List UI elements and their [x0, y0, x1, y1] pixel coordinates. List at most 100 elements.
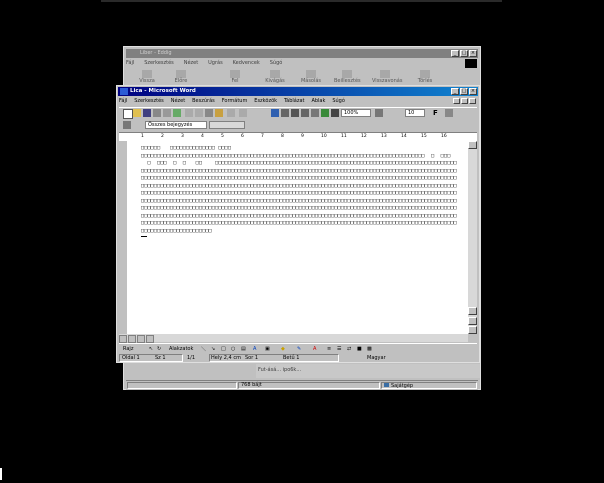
- insert-table-icon[interactable]: [291, 109, 299, 117]
- style-select[interactable]: Összes bejegyzés: [145, 121, 207, 129]
- doc-line: □ □□□ □ □ □□ □□□□□□□□□□□□□□□□□□□□□□□□□□□…: [141, 160, 457, 166]
- office-assistant-icon[interactable]: [375, 109, 383, 117]
- doc-close-button[interactable]: [469, 98, 476, 104]
- undo-button[interactable]: Visszavonás: [372, 69, 402, 84]
- print-icon[interactable]: [153, 109, 161, 117]
- redo-icon[interactable]: [239, 109, 247, 117]
- status-section: Sz 1: [155, 355, 166, 361]
- next-page-button[interactable]: [468, 326, 477, 334]
- minimize-button[interactable]: _: [451, 88, 459, 95]
- arrow-icon[interactable]: ↘: [211, 346, 215, 352]
- font-select[interactable]: [209, 121, 245, 129]
- paste-button[interactable]: Beillesztés: [334, 69, 361, 84]
- clip-art-icon[interactable]: ▣: [265, 346, 270, 352]
- menu-view[interactable]: Nézet: [171, 98, 185, 104]
- shadow-icon[interactable]: ■: [357, 346, 362, 352]
- fill-color-icon[interactable]: ◆: [281, 346, 285, 352]
- web-view-icon[interactable]: [128, 335, 136, 343]
- new-document-icon[interactable]: [123, 109, 133, 119]
- doc-line: □□□□□□□□□□□□□□□□□□□□□□□□□□□□□□□□□□□□□□□□…: [141, 205, 457, 211]
- font-size-select[interactable]: 10: [405, 109, 425, 117]
- autoshapes-menu[interactable]: Alakzatok: [169, 346, 193, 352]
- scissors-icon: [270, 70, 280, 78]
- minimize-button[interactable]: _: [451, 50, 459, 57]
- align-icon[interactable]: [445, 109, 453, 117]
- rotate-icon[interactable]: ↻: [157, 346, 161, 352]
- explorer-title-bar[interactable]: Liber - Eddig _ □ ×: [126, 49, 478, 58]
- hyperlink-icon[interactable]: [271, 109, 279, 117]
- normal-view-icon[interactable]: [119, 335, 127, 343]
- copy-icon[interactable]: [195, 109, 203, 117]
- horizontal-scrollbar[interactable]: [119, 334, 468, 342]
- format-painter-icon[interactable]: [215, 109, 223, 117]
- maximize-button[interactable]: □: [460, 50, 468, 57]
- tables-borders-icon[interactable]: [281, 109, 289, 117]
- drawing-toolbar: Rajz ↖ ↻ Alakzatok ＼ ↘ □ ○ ▤ A ▣ ◆ ✎ A ≡…: [119, 343, 477, 354]
- save-disk-icon[interactable]: [143, 109, 151, 117]
- menu-item[interactable]: Kedvencek: [233, 60, 260, 66]
- doc-restore-button[interactable]: [461, 98, 468, 104]
- oval-icon[interactable]: ○: [231, 346, 235, 352]
- menu-window[interactable]: Ablak: [311, 98, 325, 104]
- drawing-icon[interactable]: [321, 109, 329, 117]
- word-window[interactable]: Lica - Microsoft Word _ □ × Fájl Szerkes…: [116, 85, 480, 363]
- select-objects-icon[interactable]: ↖: [149, 346, 153, 352]
- menu-format[interactable]: Formátum: [222, 98, 248, 104]
- menu-tools[interactable]: Eszközök: [254, 98, 277, 104]
- menu-insert[interactable]: Beszúrás: [192, 98, 215, 104]
- menu-item[interactable]: Nézet: [184, 60, 198, 66]
- show-hide-icon[interactable]: [331, 109, 339, 117]
- line-style-icon[interactable]: ≡: [327, 346, 331, 352]
- font-color-icon[interactable]: A: [313, 346, 316, 352]
- columns-icon[interactable]: [311, 109, 319, 117]
- delete-button[interactable]: Törlés: [412, 69, 438, 84]
- menu-item[interactable]: Ugrás: [208, 60, 223, 66]
- page-view-icon[interactable]: [137, 335, 145, 343]
- menu-item[interactable]: Fájl: [126, 60, 134, 66]
- word-title-bar[interactable]: Lica - Microsoft Word _ □ ×: [118, 87, 478, 96]
- doc-line: □□□□□□□□□□□□□□□□□□□□□□□□□□□□□□□□□□□□□□□□…: [141, 212, 457, 219]
- copy-button[interactable]: Másolás: [298, 69, 324, 84]
- spelling-check-icon[interactable]: [173, 109, 181, 117]
- cut-button[interactable]: Kivágás: [262, 69, 288, 84]
- arrow-style-icon[interactable]: ⇄: [347, 346, 351, 352]
- scroll-up-button[interactable]: [468, 141, 477, 149]
- undo-icon[interactable]: [227, 109, 235, 117]
- menu-item[interactable]: Súgó: [270, 60, 283, 66]
- rectangle-icon[interactable]: □: [221, 346, 226, 352]
- doc-line: □□□□□□□□□□□□□□□□□□□□□□□□□□□□□□□□□□□□□□□□…: [141, 152, 451, 159]
- 3d-icon[interactable]: ▩: [367, 346, 372, 352]
- menu-item[interactable]: Szerkesztés: [144, 60, 174, 66]
- cut-icon[interactable]: [185, 109, 193, 117]
- document-area[interactable]: □□□□□□ □□□□□□□□□□□□□□ □□□□ □□□□□□□□□□□□□…: [127, 141, 468, 334]
- menu-table[interactable]: Táblázat: [284, 98, 305, 104]
- doc-minimize-button[interactable]: [453, 98, 460, 104]
- prev-page-button[interactable]: [468, 317, 477, 325]
- up-button[interactable]: Fel: [222, 69, 248, 84]
- forward-button[interactable]: Előre: [168, 69, 194, 84]
- menu-help[interactable]: Súgó: [332, 98, 345, 104]
- horizontal-ruler[interactable]: 1 2 3 4 5 6 7 8 9 10 11 12 13 14 15 16: [119, 132, 477, 141]
- paste-icon[interactable]: [205, 109, 213, 117]
- doc-line: □□□□□□□□□□□□□□□□□□□□□□□□□□□□□□□□□□□□□□□□…: [141, 167, 457, 174]
- draw-menu[interactable]: Rajz: [123, 346, 133, 352]
- maximize-button[interactable]: □: [460, 88, 468, 95]
- menu-edit[interactable]: Szerkesztés: [134, 98, 164, 104]
- menu-file[interactable]: Fájl: [119, 98, 127, 104]
- insert-excel-icon[interactable]: [301, 109, 309, 117]
- outline-view-icon[interactable]: [146, 335, 154, 343]
- back-button[interactable]: Vissza: [134, 69, 160, 84]
- open-folder-icon[interactable]: [133, 109, 141, 117]
- line-icon[interactable]: ＼: [201, 346, 206, 353]
- bold-icon[interactable]: F: [433, 109, 441, 117]
- close-button[interactable]: ×: [469, 50, 477, 57]
- line-color-icon[interactable]: ✎: [297, 346, 301, 352]
- dash-style-icon[interactable]: ☰: [337, 346, 341, 352]
- scroll-down-button[interactable]: [468, 307, 477, 315]
- wordart-icon[interactable]: A: [253, 346, 256, 352]
- text-box-icon[interactable]: ▤: [241, 346, 246, 352]
- vertical-scrollbar[interactable]: [468, 141, 477, 334]
- zoom-select[interactable]: 100%: [341, 109, 371, 117]
- print-preview-icon[interactable]: [163, 109, 171, 117]
- close-button[interactable]: ×: [469, 88, 477, 95]
